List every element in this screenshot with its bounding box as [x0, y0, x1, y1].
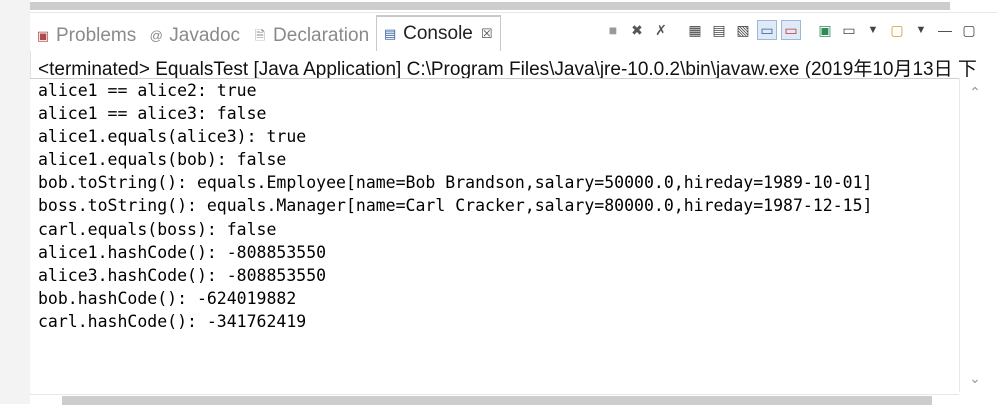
console-line: carl.hashCode(): -341762419 — [38, 311, 307, 331]
scroll-lock-icon[interactable]: ▦ — [685, 20, 705, 40]
left-gutter — [0, 0, 31, 404]
tab-problems[interactable]: ▣ Problems — [30, 21, 143, 51]
editor-scroll-thumb[interactable] — [30, 2, 950, 10]
console-output[interactable]: alice1 == alice2: true alice1 == alice3:… — [30, 78, 959, 393]
problems-icon: ▣ — [36, 28, 50, 43]
tab-javadoc-label: Javadoc — [169, 25, 241, 46]
javadoc-icon: @ — [149, 28, 163, 43]
tab-problems-label: Problems — [56, 25, 137, 46]
maximize-icon[interactable]: ▢ — [959, 20, 979, 40]
vertical-scrollbar[interactable]: ⌃ ⌄ — [959, 78, 990, 392]
tab-console-label: Console — [403, 23, 473, 44]
dropdown2-icon[interactable]: ▼ — [911, 20, 931, 40]
remove-all-terminated-icon[interactable]: ✗ — [651, 20, 671, 40]
minimize-icon[interactable]: — — [935, 20, 955, 40]
pin-console-icon[interactable]: ▭ — [781, 20, 801, 40]
scroll-down-icon[interactable]: ⌄ — [960, 368, 990, 388]
remove-launch-icon[interactable]: ✖ — [627, 20, 647, 40]
show-on-stdout-icon[interactable]: ▧ — [733, 20, 753, 40]
scroll-up-icon[interactable]: ⌃ — [960, 82, 990, 102]
console-line: carl.equals(boss): false — [38, 219, 277, 239]
horizontal-scrollbar[interactable] — [30, 394, 959, 405]
display-selected-console-icon[interactable]: ▣ — [815, 20, 835, 40]
console-line: alice3.hashCode(): -808853550 — [38, 265, 327, 285]
dropdown-icon[interactable]: ▼ — [863, 20, 883, 40]
open-console-icon[interactable]: ▭ — [839, 20, 859, 40]
console-line: bob.hashCode(): -624019882 — [38, 288, 297, 308]
editor-horizontal-scrollbar[interactable] — [30, 0, 997, 13]
tab-javadoc[interactable]: @ Javadoc — [143, 21, 247, 51]
console-icon: ▤ — [383, 26, 397, 41]
console-line: alice1 == alice3: false — [38, 104, 267, 124]
show-on-stderr-icon[interactable]: ▭ — [757, 20, 777, 40]
console-toolbar: ■ ✖ ✗ ▦ ▤ ▧ ▭ ▭ ▣ ▭ ▼ ▢ ▼ — ▢ — [603, 20, 979, 40]
process-status-line: <terminated> EqualsTest [Java Applicatio… — [38, 59, 977, 80]
tab-console[interactable]: ▤ Console ☒ — [376, 15, 501, 51]
declaration-icon: 🗎 — [254, 28, 266, 43]
console-line: alice1.equals(alice3): true — [38, 127, 307, 147]
new-console-icon[interactable]: ▢ — [887, 20, 907, 40]
console-line: alice1.hashCode(): -808853550 — [38, 242, 327, 262]
console-line: bob.toString(): equals.Employee[name=Bob… — [38, 173, 873, 193]
tab-declaration-label: Declaration — [273, 25, 370, 46]
console-line: boss.toString(): equals.Manager[name=Car… — [38, 196, 873, 216]
console-view: ▣ Problems @ Javadoc 🗎 Declaration ▤ Con… — [0, 0, 997, 405]
close-icon[interactable]: ☒ — [481, 26, 493, 42]
tab-declaration[interactable]: 🗎 Declaration — [247, 21, 376, 51]
terminate-icon[interactable]: ■ — [603, 20, 623, 40]
word-wrap-icon[interactable]: ▤ — [709, 20, 729, 40]
console-line: alice1.equals(bob): false — [38, 150, 287, 170]
console-line: alice1 == alice2: true — [38, 81, 257, 100]
